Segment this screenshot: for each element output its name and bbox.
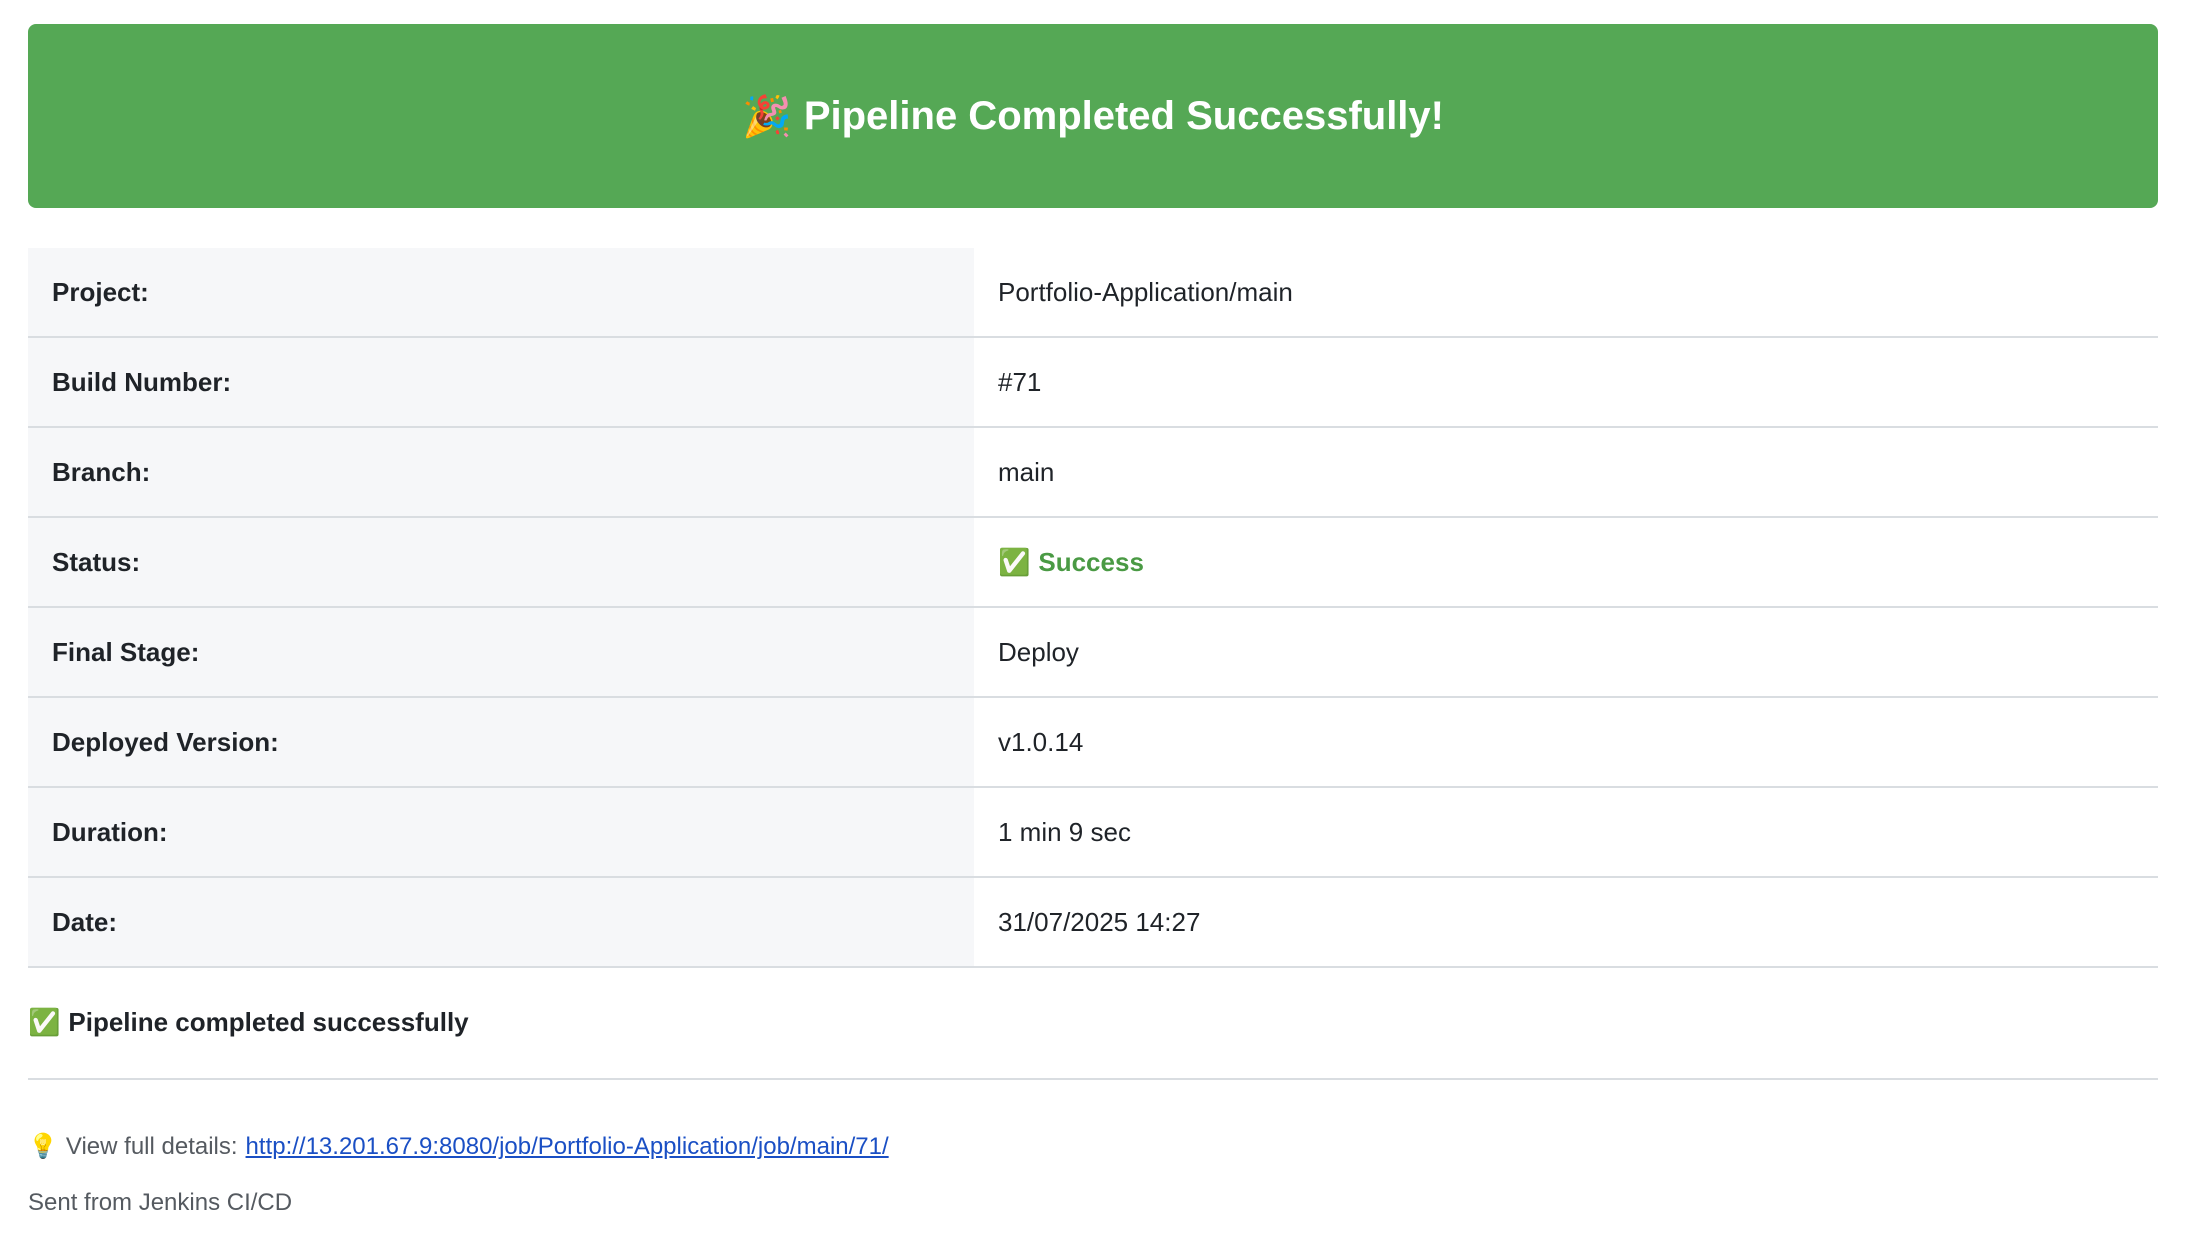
build-details-table: Project: Portfolio-Application/main Buil… xyxy=(28,248,2158,968)
email-body: 🎉 Pipeline Completed Successfully! Proje… xyxy=(28,24,2158,1217)
table-row-branch: Branch: main xyxy=(28,427,2158,518)
date-label: Date: xyxy=(28,877,974,968)
deployed-version-label: Deployed Version: xyxy=(28,697,974,788)
deployed-version-value: v1.0.14 xyxy=(974,697,2158,788)
final-stage-value: Deploy xyxy=(974,607,2158,698)
branch-label: Branch: xyxy=(28,427,974,518)
status-label: Status: xyxy=(28,517,974,608)
table-row-project: Project: Portfolio-Application/main xyxy=(28,248,2158,338)
pipeline-summary: ✅ Pipeline completed successfully xyxy=(28,998,2158,1046)
table-row-status: Status: ✅ Success xyxy=(28,517,2158,608)
check-mark-icon: ✅ xyxy=(28,1006,61,1037)
jenkins-build-link[interactable]: http://13.201.67.9:8080/job/Portfolio-Ap… xyxy=(246,1133,889,1161)
duration-label: Duration: xyxy=(28,787,974,878)
status-value: Success xyxy=(1038,546,1144,577)
table-row-final-stage: Final Stage: Deploy xyxy=(28,607,2158,698)
table-row-build-number: Build Number: #71 xyxy=(28,337,2158,428)
table-row-duration: Duration: 1 min 9 sec xyxy=(28,787,2158,878)
status-value-cell: ✅ Success xyxy=(974,517,2158,608)
details-link-line: 💡 View full details: http://13.201.67.9:… xyxy=(28,1132,2158,1161)
project-label: Project: xyxy=(28,248,974,338)
table-row-date: Date: 31/07/2025 14:27 xyxy=(28,877,2158,968)
sent-from-text: Sent from Jenkins CI/CD xyxy=(28,1189,293,1216)
details-link-prefix: View full details: xyxy=(65,1132,238,1160)
duration-value: 1 min 9 sec xyxy=(974,787,2158,878)
build-number-value: #71 xyxy=(974,337,2158,428)
date-value: 31/07/2025 14:27 xyxy=(974,877,2158,968)
table-row-deployed-version: Deployed Version: v1.0.14 xyxy=(28,697,2158,788)
project-value: Portfolio-Application/main xyxy=(974,248,2158,338)
check-mark-icon: ✅ xyxy=(998,546,1031,577)
branch-value: main xyxy=(974,427,2158,518)
build-number-label: Build Number: xyxy=(28,337,974,428)
divider xyxy=(28,1078,2158,1080)
summary-text: Pipeline completed successfully xyxy=(68,1006,469,1037)
final-stage-label: Final Stage: xyxy=(28,607,974,698)
banner-title: Pipeline Completed Successfully! xyxy=(803,93,1444,138)
party-popper-icon: 🎉 xyxy=(742,94,792,139)
status-badge: ✅ Success xyxy=(998,547,1144,577)
success-banner: 🎉 Pipeline Completed Successfully! xyxy=(28,24,2158,208)
light-bulb-icon: 💡 xyxy=(28,1133,58,1160)
